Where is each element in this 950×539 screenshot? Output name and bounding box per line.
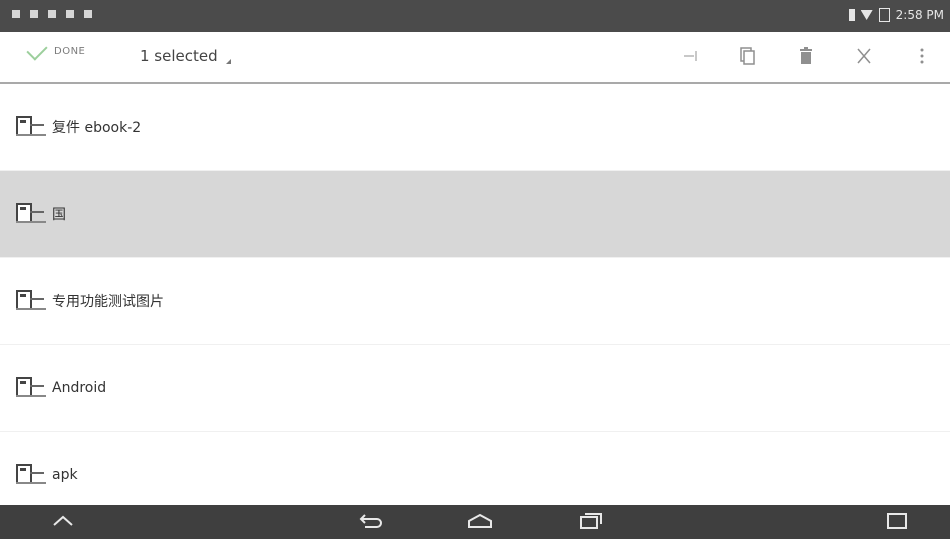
notification-icon [30, 10, 38, 18]
done-button[interactable]: DONE [26, 38, 86, 61]
cut-icon [857, 48, 871, 64]
folder-icon [16, 377, 46, 399]
notification-icon [66, 10, 74, 18]
recents-button[interactable] [575, 511, 602, 531]
notification-icon [48, 10, 56, 18]
done-label: DONE [54, 46, 86, 57]
list-item[interactable]: 国 [0, 171, 950, 258]
status-time: 2:58 PM [895, 8, 944, 22]
back-button[interactable] [355, 511, 382, 531]
collapse-button[interactable] [50, 511, 76, 531]
share-button[interactable] [680, 46, 700, 66]
item-label: 复件 ebook-2 [52, 120, 142, 136]
copy-button[interactable] [738, 46, 758, 66]
folder-icon [16, 203, 46, 225]
notification-icons [12, 10, 92, 18]
home-button[interactable] [465, 511, 492, 531]
dropdown-caret-icon [225, 58, 231, 64]
share-icon [684, 51, 697, 61]
collapse-icon [53, 515, 73, 526]
screenshot-icon [887, 513, 907, 529]
navigation-bar [0, 505, 950, 539]
item-label: 国 [52, 207, 66, 223]
delete-button[interactable] [796, 46, 816, 66]
copy-icon [740, 47, 755, 65]
file-list: 复件 ebook-2 国 专用功能测试图片 Android apk [0, 84, 950, 519]
screenshot-button[interactable] [884, 511, 910, 531]
recents-icon [580, 513, 602, 529]
cut-button[interactable] [854, 46, 874, 66]
delete-icon [800, 47, 812, 64]
notification-icon [84, 10, 92, 18]
item-label: Android [52, 380, 107, 396]
notification-icon [12, 10, 20, 18]
contextual-action-bar: DONE 1 selected [0, 32, 950, 84]
battery-icon [878, 8, 890, 22]
wifi-icon [860, 10, 873, 20]
check-icon [26, 38, 48, 61]
selection-count-dropdown[interactable]: 1 selected [140, 47, 231, 65]
back-icon [359, 514, 382, 528]
status-bar: 2:58 PM [0, 0, 950, 32]
list-item[interactable]: 复件 ebook-2 [0, 84, 950, 171]
folder-icon [16, 464, 46, 486]
signal-icon [848, 9, 855, 21]
home-icon [468, 513, 492, 528]
overflow-menu-icon [920, 48, 924, 64]
folder-icon [16, 290, 46, 312]
item-label: apk [52, 467, 78, 483]
item-label: 专用功能测试图片 [52, 294, 164, 310]
list-item[interactable]: Android [0, 345, 950, 432]
selection-count: 1 selected [140, 47, 218, 65]
overflow-menu-button[interactable] [912, 46, 932, 66]
list-item[interactable]: 专用功能测试图片 [0, 258, 950, 345]
folder-icon [16, 116, 46, 138]
